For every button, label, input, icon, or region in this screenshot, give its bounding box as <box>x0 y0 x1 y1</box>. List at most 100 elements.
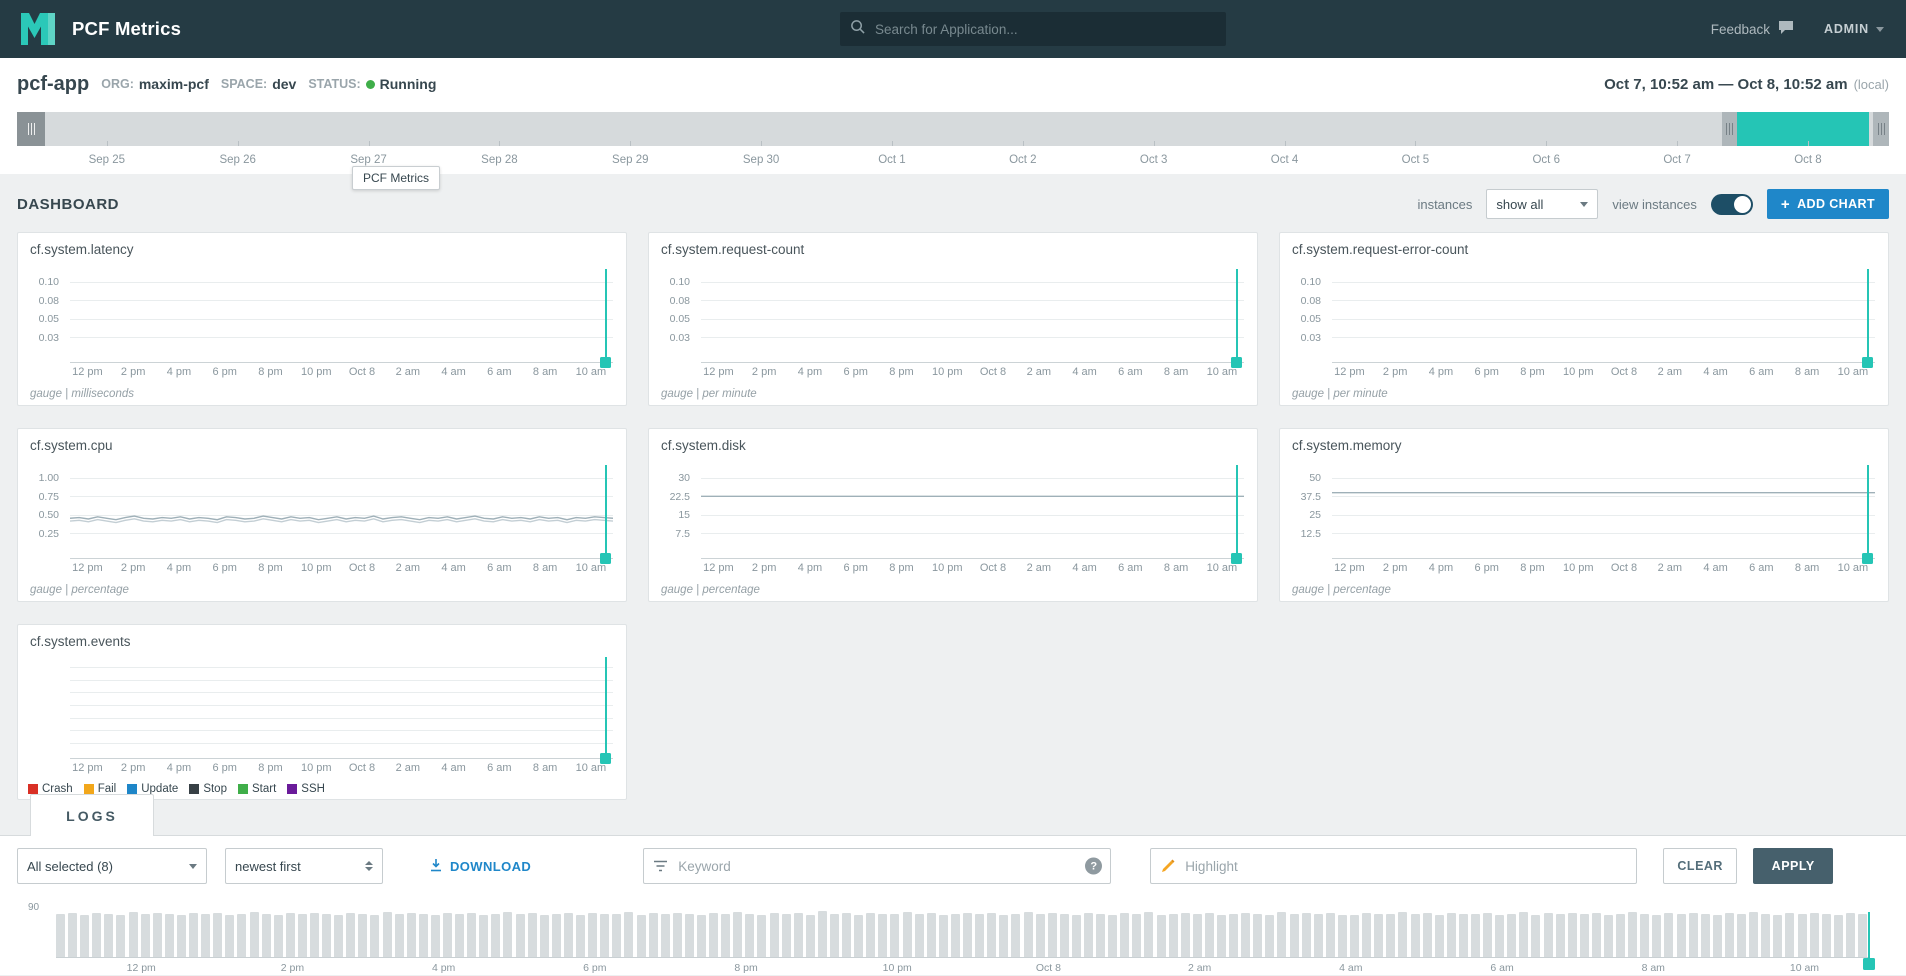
help-icon[interactable]: ? <box>1085 858 1102 875</box>
highlight-input[interactable] <box>1150 848 1637 884</box>
time-marker-line <box>605 657 608 758</box>
gridline <box>701 282 1244 283</box>
histogram-bar <box>1423 913 1432 957</box>
x-axis-label: 6 pm <box>1474 366 1498 378</box>
timeline-date-label: Sep 29 <box>612 154 648 166</box>
x-axis-label: Oct 8 <box>349 562 375 574</box>
histogram-x-labels: 12 pm2 pm4 pm6 pm8 pm10 pmOct 82 am4 am6… <box>56 962 1869 976</box>
dashboard-controls: instances show all view instances + ADD … <box>1417 189 1889 219</box>
histogram-bar <box>383 912 392 957</box>
chart-title: cf.system.memory <box>1292 438 1402 453</box>
histogram-bar <box>1036 914 1045 957</box>
histogram-bar <box>1616 914 1625 957</box>
app-search-box <box>840 12 1226 46</box>
histogram-bar <box>346 913 355 957</box>
time-marker-handle[interactable] <box>1863 958 1875 970</box>
admin-label: ADMIN <box>1824 22 1869 36</box>
search-input[interactable] <box>873 21 1216 38</box>
highlight-filter <box>1150 848 1637 884</box>
histogram-x-label: 4 pm <box>432 962 455 974</box>
x-axis-label: 8 am <box>533 562 557 574</box>
x-axis-label: 10 am <box>1207 366 1238 378</box>
view-instances-toggle[interactable] <box>1711 194 1753 215</box>
histogram-bar <box>612 914 621 957</box>
x-axis-label: 8 pm <box>258 562 282 574</box>
histogram-bar <box>262 914 271 957</box>
histogram-x-label: 10 am <box>1790 962 1819 974</box>
gridline <box>70 692 613 693</box>
timeline-tick <box>1285 141 1286 146</box>
time-marker-line <box>1867 465 1870 558</box>
y-axis-label: 1.00 <box>39 472 59 484</box>
x-axis-label: 4 am <box>441 562 465 574</box>
admin-menu[interactable]: ADMIN <box>1824 22 1884 36</box>
chart-card-request-count: cf.system.request-count0.100.080.050.031… <box>648 232 1258 406</box>
y-axis-label: 0.10 <box>1301 276 1321 288</box>
timeline-track[interactable] <box>17 112 1889 146</box>
histogram-bar <box>1604 915 1613 957</box>
apply-button[interactable]: APPLY <box>1753 848 1833 884</box>
x-axis-label: 4 am <box>1072 366 1096 378</box>
x-axis-label: 12 pm <box>1334 562 1365 574</box>
y-axis-label: 0.10 <box>39 276 59 288</box>
x-axis-label: Oct 8 <box>1611 562 1637 574</box>
x-axis-label: 10 am <box>576 562 607 574</box>
status-label: STATUS: <box>308 77 360 91</box>
x-axis-label: 6 pm <box>1474 562 1498 574</box>
histogram-x-label: 6 pm <box>583 962 606 974</box>
histogram-bar <box>1181 913 1190 957</box>
x-axis-label: 2 am <box>396 366 420 378</box>
x-axis-label: Oct 8 <box>349 366 375 378</box>
keyword-input[interactable] <box>643 848 1111 884</box>
y-axis-label: 15 <box>678 509 690 521</box>
gridline <box>70 680 613 681</box>
x-axis-label: Oct 8 <box>1611 366 1637 378</box>
x-axis-label: 10 pm <box>301 762 332 774</box>
histogram-bar <box>975 914 984 957</box>
clear-button[interactable]: CLEAR <box>1663 848 1737 884</box>
chart-title: cf.system.cpu <box>30 438 113 453</box>
chart-grid-area <box>70 269 613 363</box>
chart-card-events: cf.system.events12 pm2 pm4 pm6 pm8 pm10 … <box>17 624 627 800</box>
instances-select[interactable]: show all <box>1486 189 1598 219</box>
gridline <box>70 282 613 283</box>
y-axis-label: 0.03 <box>1301 332 1321 344</box>
org-value: maxim-pcf <box>139 76 209 92</box>
histogram-bar <box>963 913 972 957</box>
histogram-bar <box>1290 914 1299 957</box>
histogram-bar <box>890 914 899 957</box>
feedback-button[interactable]: Feedback <box>1711 20 1794 38</box>
histogram-bar <box>1265 915 1274 957</box>
histogram-bar <box>68 913 77 957</box>
add-chart-button[interactable]: + ADD CHART <box>1767 189 1889 219</box>
gridline <box>70 319 613 320</box>
y-axis-label: 0.08 <box>670 295 690 307</box>
app-name: pcf-app <box>17 73 89 96</box>
histogram-bar <box>431 915 440 957</box>
x-axis-label: 8 pm <box>258 762 282 774</box>
gridline <box>701 300 1244 301</box>
x-axis-label: 4 pm <box>167 366 191 378</box>
histogram-bar <box>552 914 561 957</box>
x-axis-label: Oct 8 <box>349 762 375 774</box>
tab-logs[interactable]: LOGS <box>30 794 154 836</box>
keyword-filter: ? <box>643 848 1111 884</box>
y-axis-label: 0.50 <box>39 509 59 521</box>
histogram-bar <box>1435 915 1444 957</box>
histogram-x-label: 8 am <box>1642 962 1665 974</box>
y-axis-label: 0.75 <box>39 491 59 503</box>
x-axis-label: 4 pm <box>798 366 822 378</box>
log-sources-select[interactable]: All selected (8) <box>17 848 207 884</box>
timeline-tick <box>1415 141 1416 146</box>
chart-card-request-error-count: cf.system.request-error-count0.100.080.0… <box>1279 232 1889 406</box>
y-axis-label: 25 <box>1309 509 1321 521</box>
histogram-bar <box>1737 914 1746 957</box>
log-sort-select[interactable]: newest first <box>225 848 383 884</box>
x-axis-label: 8 pm <box>1520 562 1544 574</box>
download-button[interactable]: DOWNLOAD <box>429 858 531 875</box>
x-axis-label: 2 pm <box>752 562 776 574</box>
timeline-tick <box>1154 141 1155 146</box>
x-axis-label: 10 pm <box>932 562 963 574</box>
x-axis-label: 10 pm <box>301 562 332 574</box>
gridline <box>70 743 613 744</box>
